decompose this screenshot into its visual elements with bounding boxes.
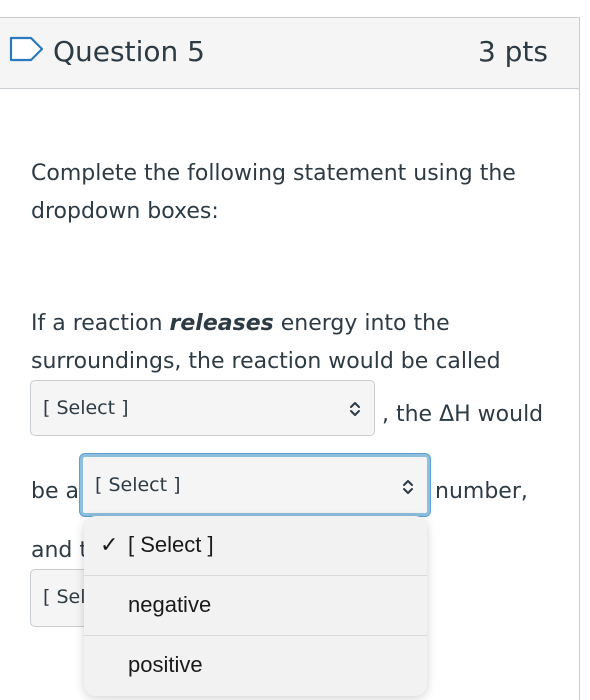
statement-line-1: If a reaction releases energy into the [31, 305, 450, 343]
question-prompt: Complete the following statement using t… [31, 161, 516, 224]
blank-2-select[interactable]: [ Select ] [80, 454, 430, 516]
question-points: 3 pts [477, 35, 548, 68]
select-value: [ Select ] [43, 397, 129, 419]
statement-line-5-start: and t [31, 538, 89, 563]
chevron-up-down-icon [403, 480, 413, 494]
question-title: Question 5 [53, 35, 205, 68]
chevron-up-down-icon [350, 402, 360, 416]
dropdown-option-negative[interactable]: negative [84, 576, 427, 636]
select-value: [ Sel [43, 586, 86, 608]
dropdown-option-positive[interactable]: positive [84, 636, 427, 696]
option-label: negative [128, 592, 212, 617]
option-label: positive [128, 652, 203, 677]
dropdown-option-select[interactable]: ✓ [ Select ] [84, 516, 427, 576]
statement-text: If a reaction [31, 311, 170, 336]
statement-after-select-1: , the ΔH would [382, 402, 544, 427]
statement-line-2: surroundings, the reaction would be call… [31, 349, 501, 374]
blank-1-select[interactable]: [ Select ] [30, 380, 375, 436]
question-header: Question 5 3 pts [0, 18, 579, 89]
check-icon: ✓ [100, 532, 119, 557]
statement-after-select-2: number, [435, 479, 528, 504]
select-value: [ Select ] [95, 474, 181, 496]
statement-line-4-start: be a [31, 479, 79, 504]
dropdown-menu: ✓ [ Select ] negative positive [84, 516, 427, 696]
statement-bold-word: releases [169, 311, 274, 336]
option-label: [ Select ] [128, 532, 214, 557]
page: Question 5 3 pts Complete the following … [0, 0, 590, 700]
flag-icon[interactable] [9, 35, 45, 63]
statement-text: energy into the [273, 311, 450, 336]
